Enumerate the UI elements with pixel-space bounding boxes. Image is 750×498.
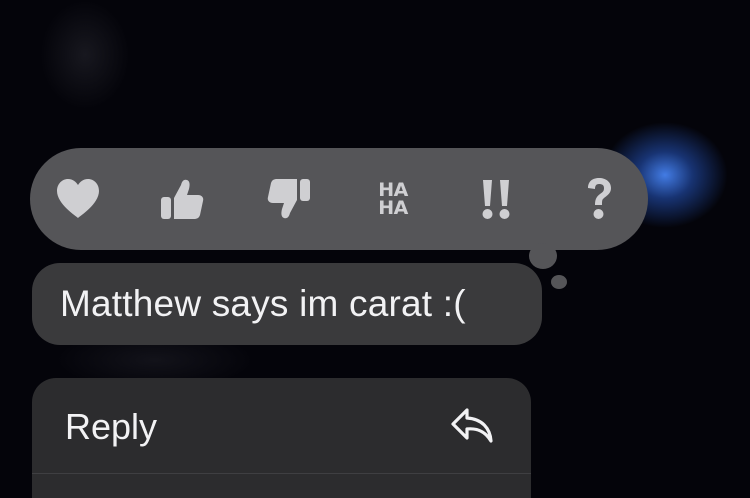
message-bubble[interactable]: Matthew says im carat :( [32, 263, 542, 345]
tapback-haha-button[interactable]: HA HA [348, 148, 438, 250]
reply-arrow-icon [451, 408, 493, 443]
question-mark-icon [588, 178, 611, 219]
thumbs-up-icon [161, 179, 204, 219]
reply-menu-item[interactable]: Reply [32, 378, 531, 473]
menu-divider [32, 473, 531, 474]
thumbs-down-icon [267, 179, 310, 219]
tapback-bubble-tail [529, 243, 557, 269]
tapback-heart-button[interactable] [33, 148, 123, 250]
double-exclamation-icon [482, 180, 510, 219]
message-text: Matthew says im carat :( [60, 283, 466, 324]
tapback-emphasize-button[interactable] [451, 148, 541, 250]
tapback-bubble-tail-dot [551, 275, 567, 289]
heart-icon [57, 179, 99, 218]
tapback-bar: HA HA [30, 148, 648, 250]
context-menu: Reply [32, 378, 531, 498]
tapback-thumbs-up-button[interactable] [137, 148, 227, 250]
tapback-question-button[interactable] [554, 148, 644, 250]
background-blur [40, 0, 130, 110]
haha-line-2: HA [378, 197, 408, 219]
reply-label: Reply [65, 406, 158, 447]
haha-icon: HA HA [378, 181, 408, 219]
tapback-thumbs-down-button[interactable] [244, 148, 334, 250]
